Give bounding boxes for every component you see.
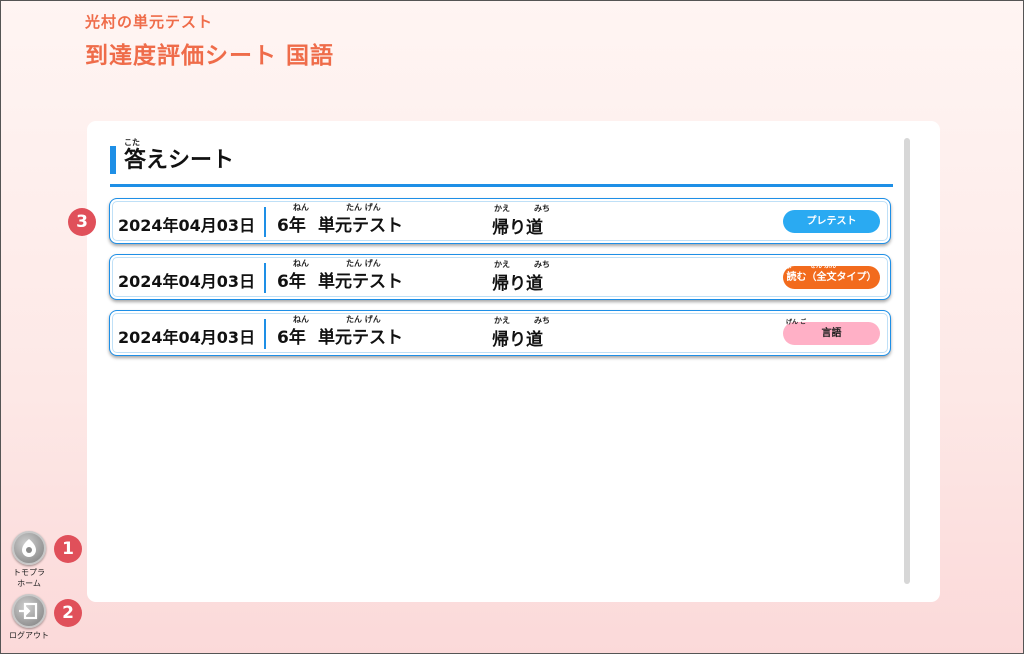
item-date: 2024年04月03日: [118, 216, 256, 235]
brand-subtitle: 光村の単元テスト: [85, 13, 214, 31]
logout-button[interactable]: ログアウト: [7, 594, 51, 641]
list-item[interactable]: 2024年04月03日 ねん 6年 たん げん 単元テスト かえ みち 帰り道 …: [109, 198, 891, 244]
category-badge[interactable]: プレテスト: [783, 210, 880, 233]
item-grade: 6年: [277, 272, 306, 292]
item-unit: 単元テスト: [318, 328, 403, 348]
tomopura-home-button[interactable]: トモプラ ホーム: [7, 531, 51, 589]
home-icon: [12, 531, 46, 565]
logout-icon: [12, 594, 46, 628]
list-item[interactable]: 2024年04月03日 ねん 6年 たん げん 単元テスト かえ みち 帰り道 …: [109, 310, 891, 356]
page-title: 答えシート: [110, 146, 234, 174]
annotation-marker-3: 3: [68, 208, 96, 236]
annotation-marker-1: 1: [54, 535, 82, 563]
item-date: 2024年04月03日: [118, 272, 256, 291]
item-grade: 6年: [277, 216, 306, 236]
item-story-title: 帰り道: [492, 330, 543, 350]
item-separator: [264, 207, 266, 237]
annotation-marker-2: 2: [54, 599, 82, 627]
item-grade: 6年: [277, 328, 306, 348]
badge-ruby: げん ご: [786, 319, 807, 326]
main-panel: [87, 121, 940, 602]
item-unit: 単元テスト: [318, 272, 403, 292]
item-separator: [264, 263, 266, 293]
item-separator: [264, 319, 266, 349]
scrollbar[interactable]: [904, 138, 910, 584]
item-date: 2024年04月03日: [118, 328, 256, 347]
brand-title: 到達度評価シート 国語: [85, 43, 335, 69]
brand: 光村の単元テスト 到達度評価シート 国語: [85, 11, 334, 70]
home-label: トモプラ ホーム: [13, 568, 45, 588]
item-story-title: 帰り道: [492, 274, 543, 294]
logout-label: ログアウト: [9, 631, 49, 640]
badge-ruby: よ ぜん ぶん: [786, 263, 837, 270]
list-item[interactable]: 2024年04月03日 ねん 6年 たん げん 単元テスト かえ みち 帰り道 …: [109, 254, 891, 300]
item-story-title: 帰り道: [492, 218, 543, 238]
item-unit: 単元テスト: [318, 216, 403, 236]
title-divider: [110, 184, 893, 187]
